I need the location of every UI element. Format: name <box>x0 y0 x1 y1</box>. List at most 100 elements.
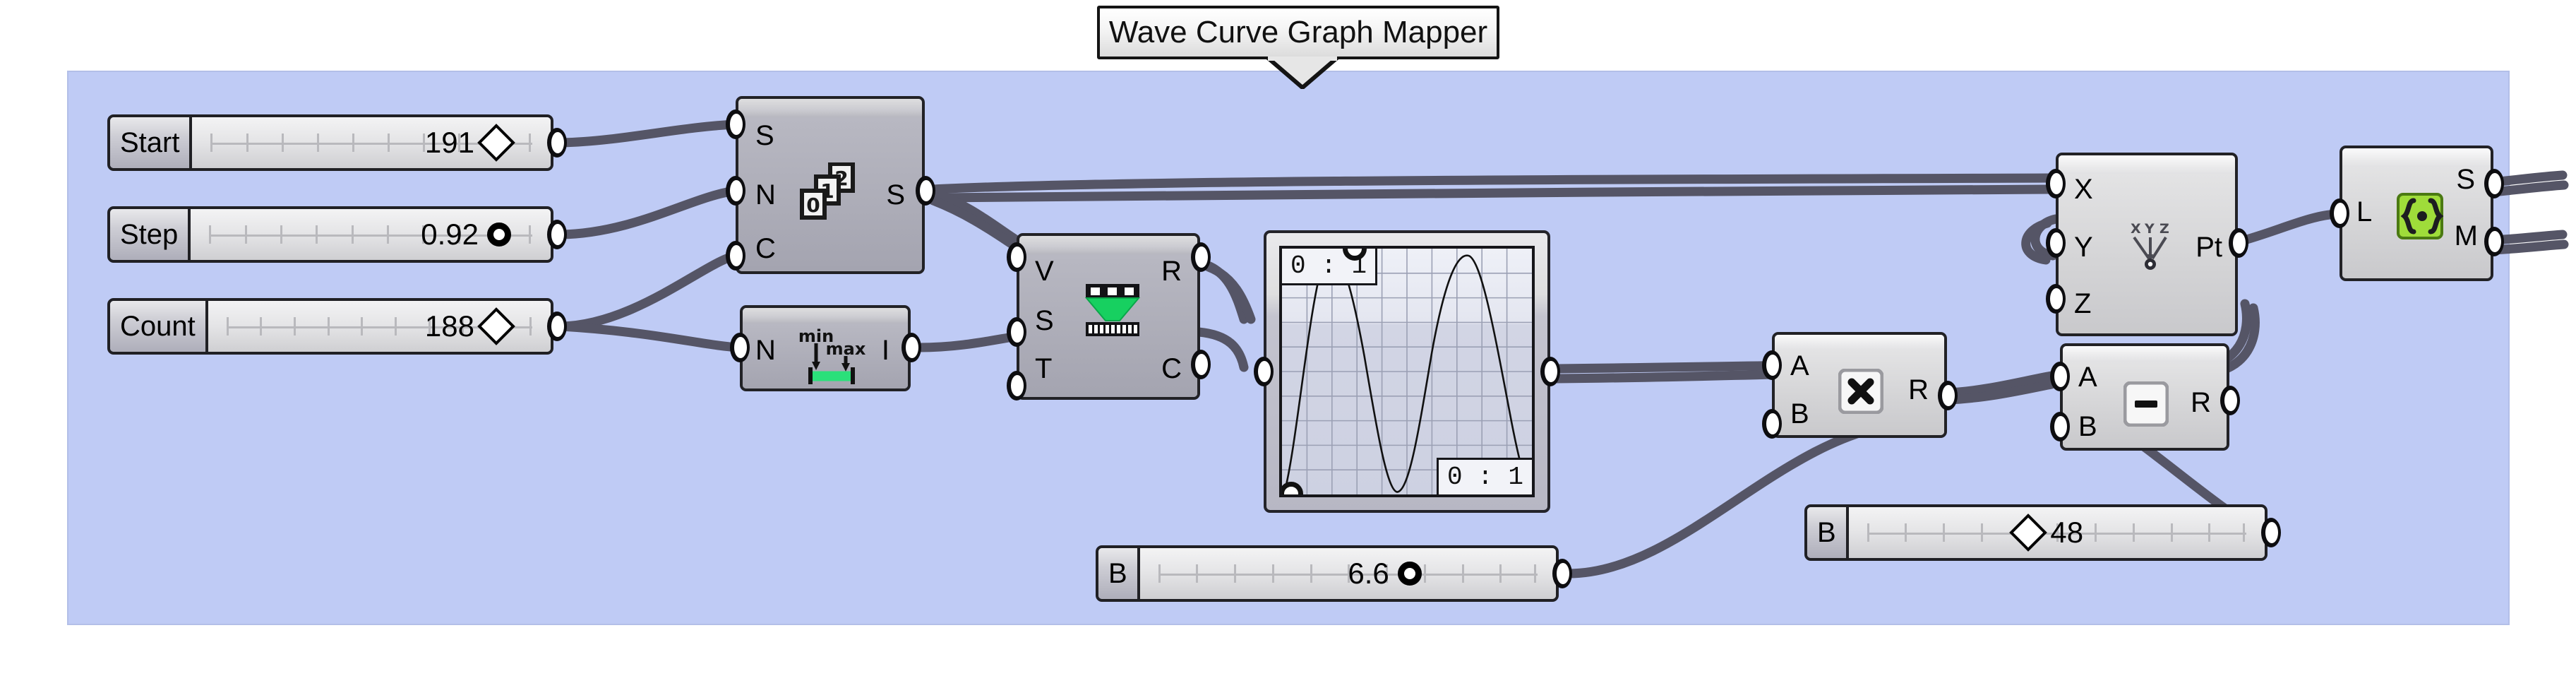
node-subtract-input-b: B <box>2078 411 2097 442</box>
node-list-item-output-m: M <box>2454 220 2478 251</box>
slider-multiply-b-handle[interactable] <box>1397 562 1422 586</box>
slider-start-output-nub[interactable] <box>547 128 567 158</box>
node-list-item[interactable]: L S M <box>2340 146 2493 281</box>
svg-text:max: max <box>826 339 866 359</box>
multiply-icon <box>1838 369 1883 414</box>
node-remap-input-s: S <box>1035 305 1054 336</box>
node-series-capsule <box>738 99 922 117</box>
node-remap-nub-r-out[interactable] <box>1191 242 1211 272</box>
node-multiply-nub-a-in[interactable] <box>1762 350 1782 380</box>
node-remap-output-r: R <box>1161 256 1182 287</box>
node-construct-point-input-y: Y <box>2074 232 2093 263</box>
node-list-item-output-s: S <box>2456 164 2475 195</box>
minus-icon <box>2123 381 2169 427</box>
slider-start-label: Start <box>110 117 193 168</box>
curly-brace-green-icon <box>2396 192 2444 240</box>
node-multiply-input-b: B <box>1790 398 1809 429</box>
node-remap-input-t: T <box>1035 353 1053 384</box>
slider-start-handle[interactable] <box>477 124 515 162</box>
node-series-nub-s-in[interactable] <box>726 109 745 139</box>
graph-mapper-nub-in[interactable] <box>1254 357 1274 386</box>
slider-count-output-nub[interactable] <box>547 312 567 341</box>
node-subtract-nub-a-in[interactable] <box>2050 362 2070 391</box>
node-multiply-nub-b-in[interactable] <box>1762 409 1782 439</box>
node-construct-point-input-x: X <box>2074 174 2093 205</box>
node-construct-point-nub-x-in[interactable] <box>2046 169 2066 198</box>
slider-count-label: Count <box>110 301 208 352</box>
slider-count-readout: 188 <box>424 307 515 345</box>
node-construct-point-input-z: Z <box>2074 288 2092 319</box>
node-series-input-s: S <box>755 120 774 151</box>
slider-subtract-b-handle[interactable] <box>2009 514 2048 552</box>
slider-start[interactable]: Start 191 <box>107 114 553 171</box>
group-title-balloon[interactable]: Wave Curve Graph Mapper <box>1097 6 1499 59</box>
slider-step-output-nub[interactable] <box>547 220 567 249</box>
node-series-nub-s-out[interactable] <box>916 176 935 206</box>
graph-mapper-nub-out[interactable] <box>1540 357 1560 386</box>
node-series-output-s: S <box>886 179 905 210</box>
slider-subtract-b[interactable]: B 48 <box>1804 504 2268 561</box>
node-remap-nub-s-in[interactable] <box>1007 317 1026 347</box>
slider-multiply-b-output-nub[interactable] <box>1552 559 1572 588</box>
slider-step-handle[interactable] <box>487 223 511 247</box>
slider-count-value: 188 <box>424 309 474 343</box>
slider-step-label: Step <box>110 209 191 260</box>
svg-text:X: X <box>2131 221 2141 237</box>
node-multiply-output-r: R <box>1908 374 1929 405</box>
slider-subtract-b-label: B <box>1807 507 1849 558</box>
series-numbers-icon: 2 1 0 <box>796 162 864 223</box>
min-max-bounds-icon: min max <box>796 325 874 386</box>
node-construct-point[interactable]: X Y Z Pt X Y Z <box>2056 153 2238 336</box>
slider-step-track[interactable]: 0.92 <box>191 209 551 260</box>
graph-mapper-plot[interactable]: 0 : 1 0 : 1 <box>1279 246 1535 497</box>
slider-multiply-b-track[interactable]: 6.6 <box>1139 548 1556 599</box>
slider-subtract-b-track[interactable]: 48 <box>1848 507 2265 558</box>
node-construct-point-output-pt: Pt <box>2195 232 2222 263</box>
node-series[interactable]: S N C S 2 1 0 <box>736 96 925 274</box>
remap-funnel-icon <box>1084 284 1144 339</box>
xyz-point-icon: X Y Z <box>2123 220 2179 275</box>
node-construct-point-nub-pt-out[interactable] <box>2229 228 2248 258</box>
node-multiply-capsule <box>1775 335 1944 350</box>
node-bounds-nub-n-in[interactable] <box>730 333 750 362</box>
svg-text:Y: Y <box>2144 221 2155 237</box>
grasshopper-canvas[interactable]: Wave Curve Graph Mapper Start 191 Step 0… <box>0 0 2576 700</box>
group-title-label: Wave Curve Graph Mapper <box>1108 15 1488 49</box>
graph-mapper-domain-bottom-right[interactable]: 0 : 1 <box>1436 458 1532 494</box>
node-subtract-input-a: A <box>2078 362 2097 393</box>
slider-multiply-b[interactable]: B 6.6 <box>1096 545 1559 602</box>
node-remap-nub-v-in[interactable] <box>1007 242 1026 272</box>
slider-subtract-b-output-nub[interactable] <box>2261 518 2281 547</box>
slider-multiply-b-value: 6.6 <box>1348 557 1389 590</box>
node-series-nub-n-in[interactable] <box>726 176 745 206</box>
node-series-input-c: C <box>755 233 776 264</box>
slider-multiply-b-label: B <box>1098 548 1140 599</box>
node-subtract[interactable]: A B R <box>2060 343 2229 451</box>
node-bounds[interactable]: N I min max <box>740 305 911 391</box>
node-remap[interactable]: V S T R C <box>1017 233 1200 400</box>
node-construct-point-nub-z-in[interactable] <box>2046 284 2066 314</box>
node-list-item-nub-l-in[interactable] <box>2330 198 2349 228</box>
node-series-input-n: N <box>755 179 776 210</box>
node-remap-nub-t-in[interactable] <box>1007 371 1026 401</box>
node-list-item-nub-m-out[interactable] <box>2484 227 2504 256</box>
graph-mapper[interactable]: 0 : 1 0 : 1 <box>1264 230 1550 513</box>
node-construct-point-capsule <box>2059 155 2235 174</box>
node-list-item-nub-s-out[interactable] <box>2484 169 2504 198</box>
node-construct-point-nub-y-in[interactable] <box>2046 228 2066 258</box>
node-list-item-input-l: L <box>2356 196 2373 227</box>
node-subtract-nub-b-in[interactable] <box>2050 412 2070 441</box>
node-subtract-nub-r-out[interactable] <box>2220 386 2240 415</box>
slider-count-track[interactable]: 188 <box>208 301 551 352</box>
node-series-nub-c-in[interactable] <box>726 241 745 271</box>
node-bounds-nub-i-out[interactable] <box>901 333 921 362</box>
slider-step-readout: 0.92 <box>421 218 511 251</box>
slider-step[interactable]: Step 0.92 <box>107 206 553 263</box>
node-multiply-nub-r-out[interactable] <box>1938 381 1958 410</box>
node-remap-nub-c-out[interactable] <box>1191 350 1211 379</box>
node-multiply[interactable]: A B R <box>1772 332 1947 438</box>
slider-subtract-b-value: 48 <box>2050 516 2084 549</box>
slider-start-track[interactable]: 191 <box>192 117 551 168</box>
slider-count-handle[interactable] <box>477 307 515 345</box>
slider-count[interactable]: Count 188 <box>107 298 553 355</box>
